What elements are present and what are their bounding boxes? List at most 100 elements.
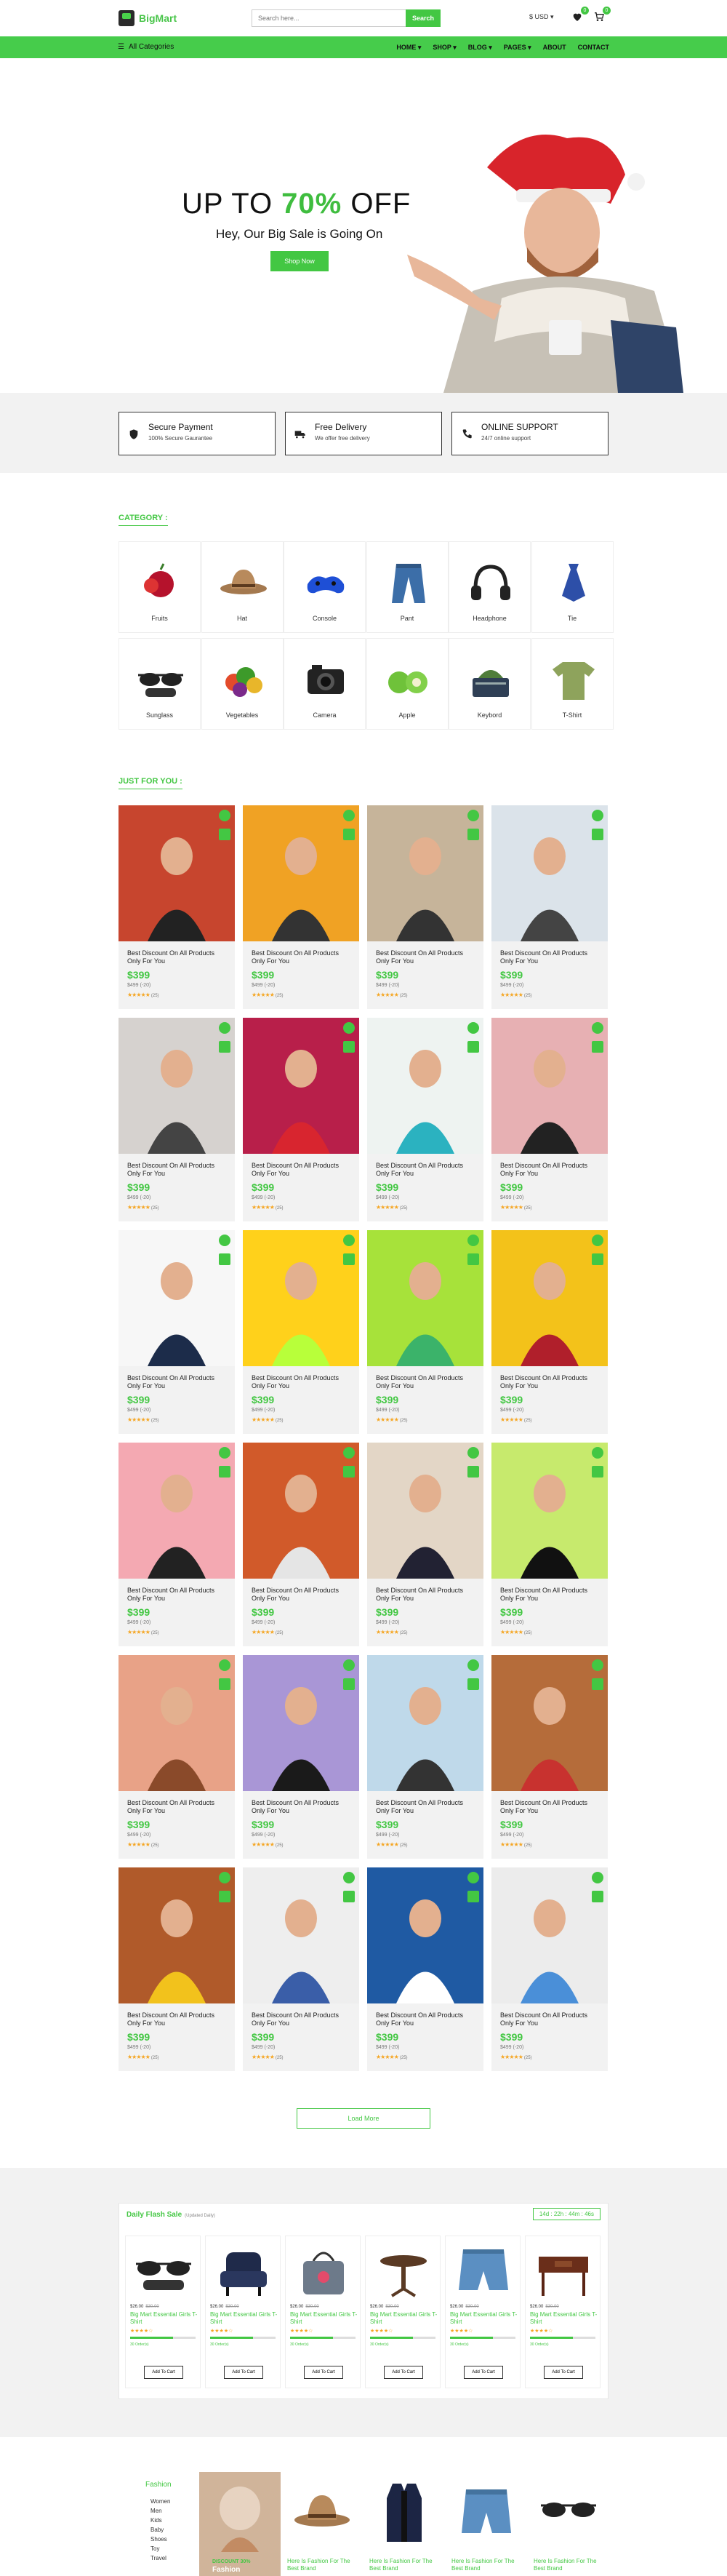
flash-sale-item[interactable]: $26.00 $30.00 Big Mart Essential Girls T-S…: [365, 2236, 441, 2388]
category-tile[interactable]: Apple: [366, 638, 449, 730]
product-card[interactable]: Best Discount On All Products Only For Y…: [119, 1867, 235, 2071]
product-card[interactable]: Best Discount On All Products Only For Y…: [491, 1018, 608, 1221]
product-card[interactable]: Best Discount On All Products Only For Y…: [367, 1443, 483, 1646]
category-tile[interactable]: Fruits: [119, 541, 201, 633]
wishlist-heart-icon[interactable]: [592, 1022, 603, 1034]
wishlist-heart-icon[interactable]: [467, 1235, 479, 1246]
wishlist-heart-icon[interactable]: [467, 810, 479, 821]
wishlist-heart-icon[interactable]: [219, 1872, 230, 1883]
logo[interactable]: BigMart: [119, 9, 177, 28]
add-to-cart-button[interactable]: Add To Cart: [464, 2366, 503, 2379]
add-to-cart-icon[interactable]: [343, 829, 355, 840]
product-card[interactable]: Best Discount On All Products Only For Y…: [243, 1655, 359, 1859]
wishlist-heart-icon[interactable]: [343, 1659, 355, 1671]
flash-sale-item[interactable]: $26.00 $30.00 Big Mart Essential Girls T-S…: [125, 2236, 201, 2388]
wishlist-heart-icon[interactable]: [219, 1022, 230, 1034]
currency-selector[interactable]: $ USD ▾: [529, 13, 554, 21]
wishlist-heart-icon[interactable]: [592, 1447, 603, 1459]
flash-item-name[interactable]: Big Mart Essential Girls T-Shirt: [370, 2311, 438, 2326]
product-card[interactable]: Best Discount On All Products Only For Y…: [367, 1867, 483, 2071]
add-to-cart-icon[interactable]: [592, 1041, 603, 1053]
category-tile[interactable]: Pant: [366, 541, 449, 633]
search-button[interactable]: Search: [406, 9, 441, 27]
wishlist-heart-icon[interactable]: [343, 1235, 355, 1246]
wishlist-heart-icon[interactable]: [467, 1659, 479, 1671]
product-card[interactable]: Best Discount On All Products Only For Y…: [243, 1867, 359, 2071]
wishlist-heart-icon[interactable]: [219, 1447, 230, 1459]
fashion-product-card[interactable]: Here Is Fashion For The Best Brand: [528, 2472, 609, 2576]
product-card[interactable]: Best Discount On All Products Only For Y…: [367, 1018, 483, 1221]
wishlist-heart-icon[interactable]: [467, 1872, 479, 1883]
nav-item-shop[interactable]: SHOP ▾: [433, 44, 456, 52]
fashion-link[interactable]: Women: [150, 2497, 170, 2506]
product-card[interactable]: Best Discount On All Products Only For Y…: [243, 1230, 359, 1434]
product-card[interactable]: Best Discount On All Products Only For Y…: [367, 1230, 483, 1434]
flash-item-name[interactable]: Big Mart Essential Girls T-Shirt: [130, 2311, 198, 2326]
add-to-cart-icon[interactable]: [343, 1253, 355, 1265]
add-to-cart-icon[interactable]: [467, 1678, 479, 1690]
fashion-link[interactable]: Kids: [150, 2516, 170, 2525]
category-tile[interactable]: Sunglass: [119, 638, 201, 730]
all-categories-button[interactable]: ☰ All Categories: [118, 43, 174, 51]
add-to-cart-icon[interactable]: [592, 1466, 603, 1478]
category-tile[interactable]: Camera: [284, 638, 366, 730]
nav-item-contact[interactable]: CONTACT: [578, 44, 609, 52]
wishlist-heart-icon[interactable]: [592, 810, 603, 821]
wishlist-heart-icon[interactable]: [219, 1235, 230, 1246]
fashion-product-card[interactable]: Here Is Fashion For The Best Brand: [446, 2472, 527, 2576]
category-tile[interactable]: Vegetables: [201, 638, 284, 730]
wishlist-heart-icon[interactable]: [219, 1659, 230, 1671]
add-to-cart-button[interactable]: Add To Cart: [224, 2366, 263, 2379]
wishlist-heart-icon[interactable]: [343, 1872, 355, 1883]
product-card[interactable]: Best Discount On All Products Only For Y…: [119, 1443, 235, 1646]
product-card[interactable]: Best Discount On All Products Only For Y…: [119, 805, 235, 1009]
wishlist-heart-icon[interactable]: [592, 1659, 603, 1671]
add-to-cart-icon[interactable]: [343, 1678, 355, 1690]
fashion-link[interactable]: Baby: [150, 2525, 170, 2535]
search-input[interactable]: [252, 9, 406, 27]
add-to-cart-icon[interactable]: [592, 829, 603, 840]
cart-button[interactable]: 0: [593, 7, 611, 24]
fashion-promo-banner[interactable]: DISCOUNT 30% Fashion: [199, 2472, 281, 2576]
add-to-cart-icon[interactable]: [467, 829, 479, 840]
add-to-cart-icon[interactable]: [219, 829, 230, 840]
fashion-link[interactable]: Toy: [150, 2544, 170, 2553]
flash-item-name[interactable]: Big Mart Essential Girls T-Shirt: [450, 2311, 518, 2326]
add-to-cart-icon[interactable]: [219, 1891, 230, 1902]
wishlist-heart-icon[interactable]: [467, 1022, 479, 1034]
category-tile[interactable]: Headphone: [449, 541, 531, 633]
wishlist-heart-icon[interactable]: [592, 1235, 603, 1246]
wishlist-heart-icon[interactable]: [343, 810, 355, 821]
add-to-cart-icon[interactable]: [219, 1253, 230, 1265]
wishlist-heart-icon[interactable]: [467, 1447, 479, 1459]
nav-item-about[interactable]: ABOUT: [543, 44, 566, 52]
wishlist-heart-icon[interactable]: [343, 1022, 355, 1034]
flash-sale-item[interactable]: $26.00 $30.00 Big Mart Essential Girls T-S…: [285, 2236, 361, 2388]
flash-sale-item[interactable]: $26.00 $30.00 Big Mart Essential Girls T-S…: [445, 2236, 521, 2388]
nav-item-blog[interactable]: BLOG ▾: [468, 44, 492, 52]
product-card[interactable]: Best Discount On All Products Only For Y…: [119, 1655, 235, 1859]
add-to-cart-button[interactable]: Add To Cart: [144, 2366, 183, 2379]
add-to-cart-icon[interactable]: [467, 1891, 479, 1902]
fashion-link[interactable]: Travel: [150, 2553, 170, 2563]
load-more-button[interactable]: Load More: [297, 2108, 430, 2129]
product-card[interactable]: Best Discount On All Products Only For Y…: [367, 805, 483, 1009]
add-to-cart-icon[interactable]: [592, 1678, 603, 1690]
add-to-cart-button[interactable]: Add To Cart: [384, 2366, 423, 2379]
product-card[interactable]: Best Discount On All Products Only For Y…: [491, 805, 608, 1009]
shop-now-button[interactable]: Shop Now: [270, 251, 329, 271]
product-card[interactable]: Best Discount On All Products Only For Y…: [243, 1018, 359, 1221]
wishlist-button[interactable]: 0: [571, 7, 589, 24]
product-card[interactable]: Best Discount On All Products Only For Y…: [243, 805, 359, 1009]
product-card[interactable]: Best Discount On All Products Only For Y…: [119, 1230, 235, 1434]
add-to-cart-icon[interactable]: [343, 1041, 355, 1053]
product-card[interactable]: Best Discount On All Products Only For Y…: [491, 1655, 608, 1859]
add-to-cart-icon[interactable]: [592, 1891, 603, 1902]
category-tile[interactable]: Hat: [201, 541, 284, 633]
add-to-cart-icon[interactable]: [592, 1253, 603, 1265]
add-to-cart-icon[interactable]: [467, 1466, 479, 1478]
fashion-link[interactable]: Shoes: [150, 2535, 170, 2544]
flash-sale-item[interactable]: $26.00 $30.00 Big Mart Essential Girls T-S…: [205, 2236, 281, 2388]
add-to-cart-icon[interactable]: [219, 1041, 230, 1053]
product-card[interactable]: Best Discount On All Products Only For Y…: [491, 1867, 608, 2071]
